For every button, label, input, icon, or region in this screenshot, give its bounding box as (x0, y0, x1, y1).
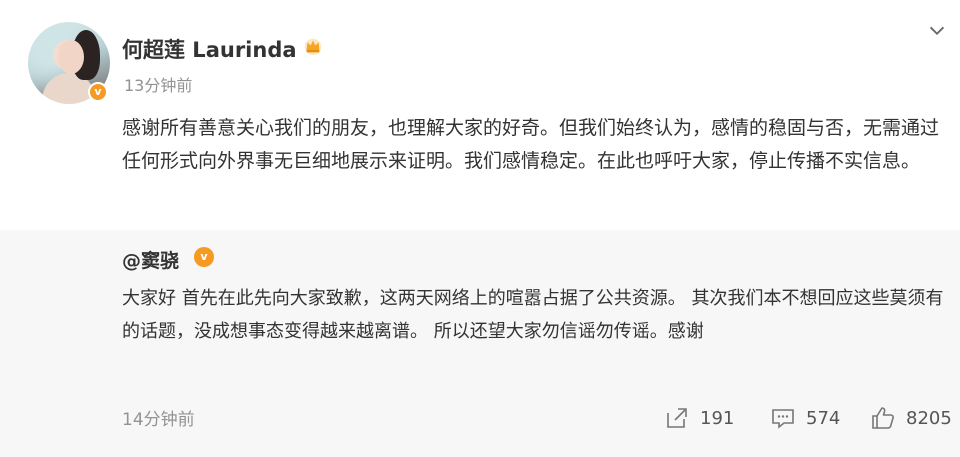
comment-count: 574 (806, 407, 841, 429)
comment-button[interactable]: 574 (770, 403, 840, 433)
crown-icon (304, 38, 322, 56)
repost-button[interactable]: 191 (664, 403, 734, 433)
repost-count: 191 (700, 407, 735, 429)
post-content: 感谢所有善意关心我们的朋友，也理解大家的好奇。但我们始终认为，感情的稳固与否，无… (122, 117, 940, 172)
repost-verified-icon: v (194, 247, 214, 267)
username[interactable]: 何超莲 Laurinda (122, 34, 297, 64)
like-count: 8205 (906, 407, 952, 429)
repost-icon (667, 408, 687, 428)
avatar-face (58, 40, 84, 74)
chevron-down-icon[interactable] (926, 20, 948, 42)
repost-content: 大家好 首先在此先向大家致歉，这两天网络上的喧嚣占据了公共资源。 其次我们本不想… (122, 288, 944, 342)
verified-v-icon: v (88, 82, 108, 102)
post-time[interactable]: 13分钟前 (124, 72, 192, 96)
comment-icon (772, 409, 794, 429)
weibo-post: v 何超莲 Laurinda 13分钟前 感谢所有善意关心我们的朋友，也理解大家… (0, 0, 960, 457)
like-button[interactable]: 8205 (870, 403, 952, 433)
repost-author[interactable]: @窦骁 (122, 246, 179, 273)
thumbs-up-icon (872, 407, 894, 429)
action-bar: 191 574 8205 (0, 403, 960, 433)
